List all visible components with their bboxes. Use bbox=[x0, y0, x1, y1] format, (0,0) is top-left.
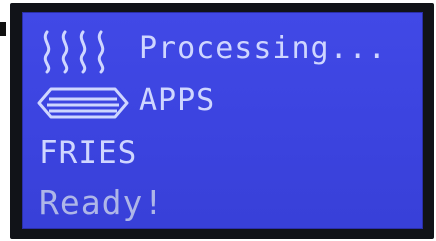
edge-marker bbox=[0, 22, 6, 36]
tray-icon bbox=[37, 87, 129, 119]
status-ready: Ready! bbox=[39, 183, 165, 222]
menu-item-apps: APPS bbox=[139, 83, 216, 118]
steam-icon bbox=[43, 30, 105, 74]
lcd-screen: Processing... APPS FRIES Ready! bbox=[22, 12, 423, 229]
menu-item-fries: FRIES bbox=[39, 135, 138, 171]
status-processing: Processing... bbox=[139, 31, 387, 66]
